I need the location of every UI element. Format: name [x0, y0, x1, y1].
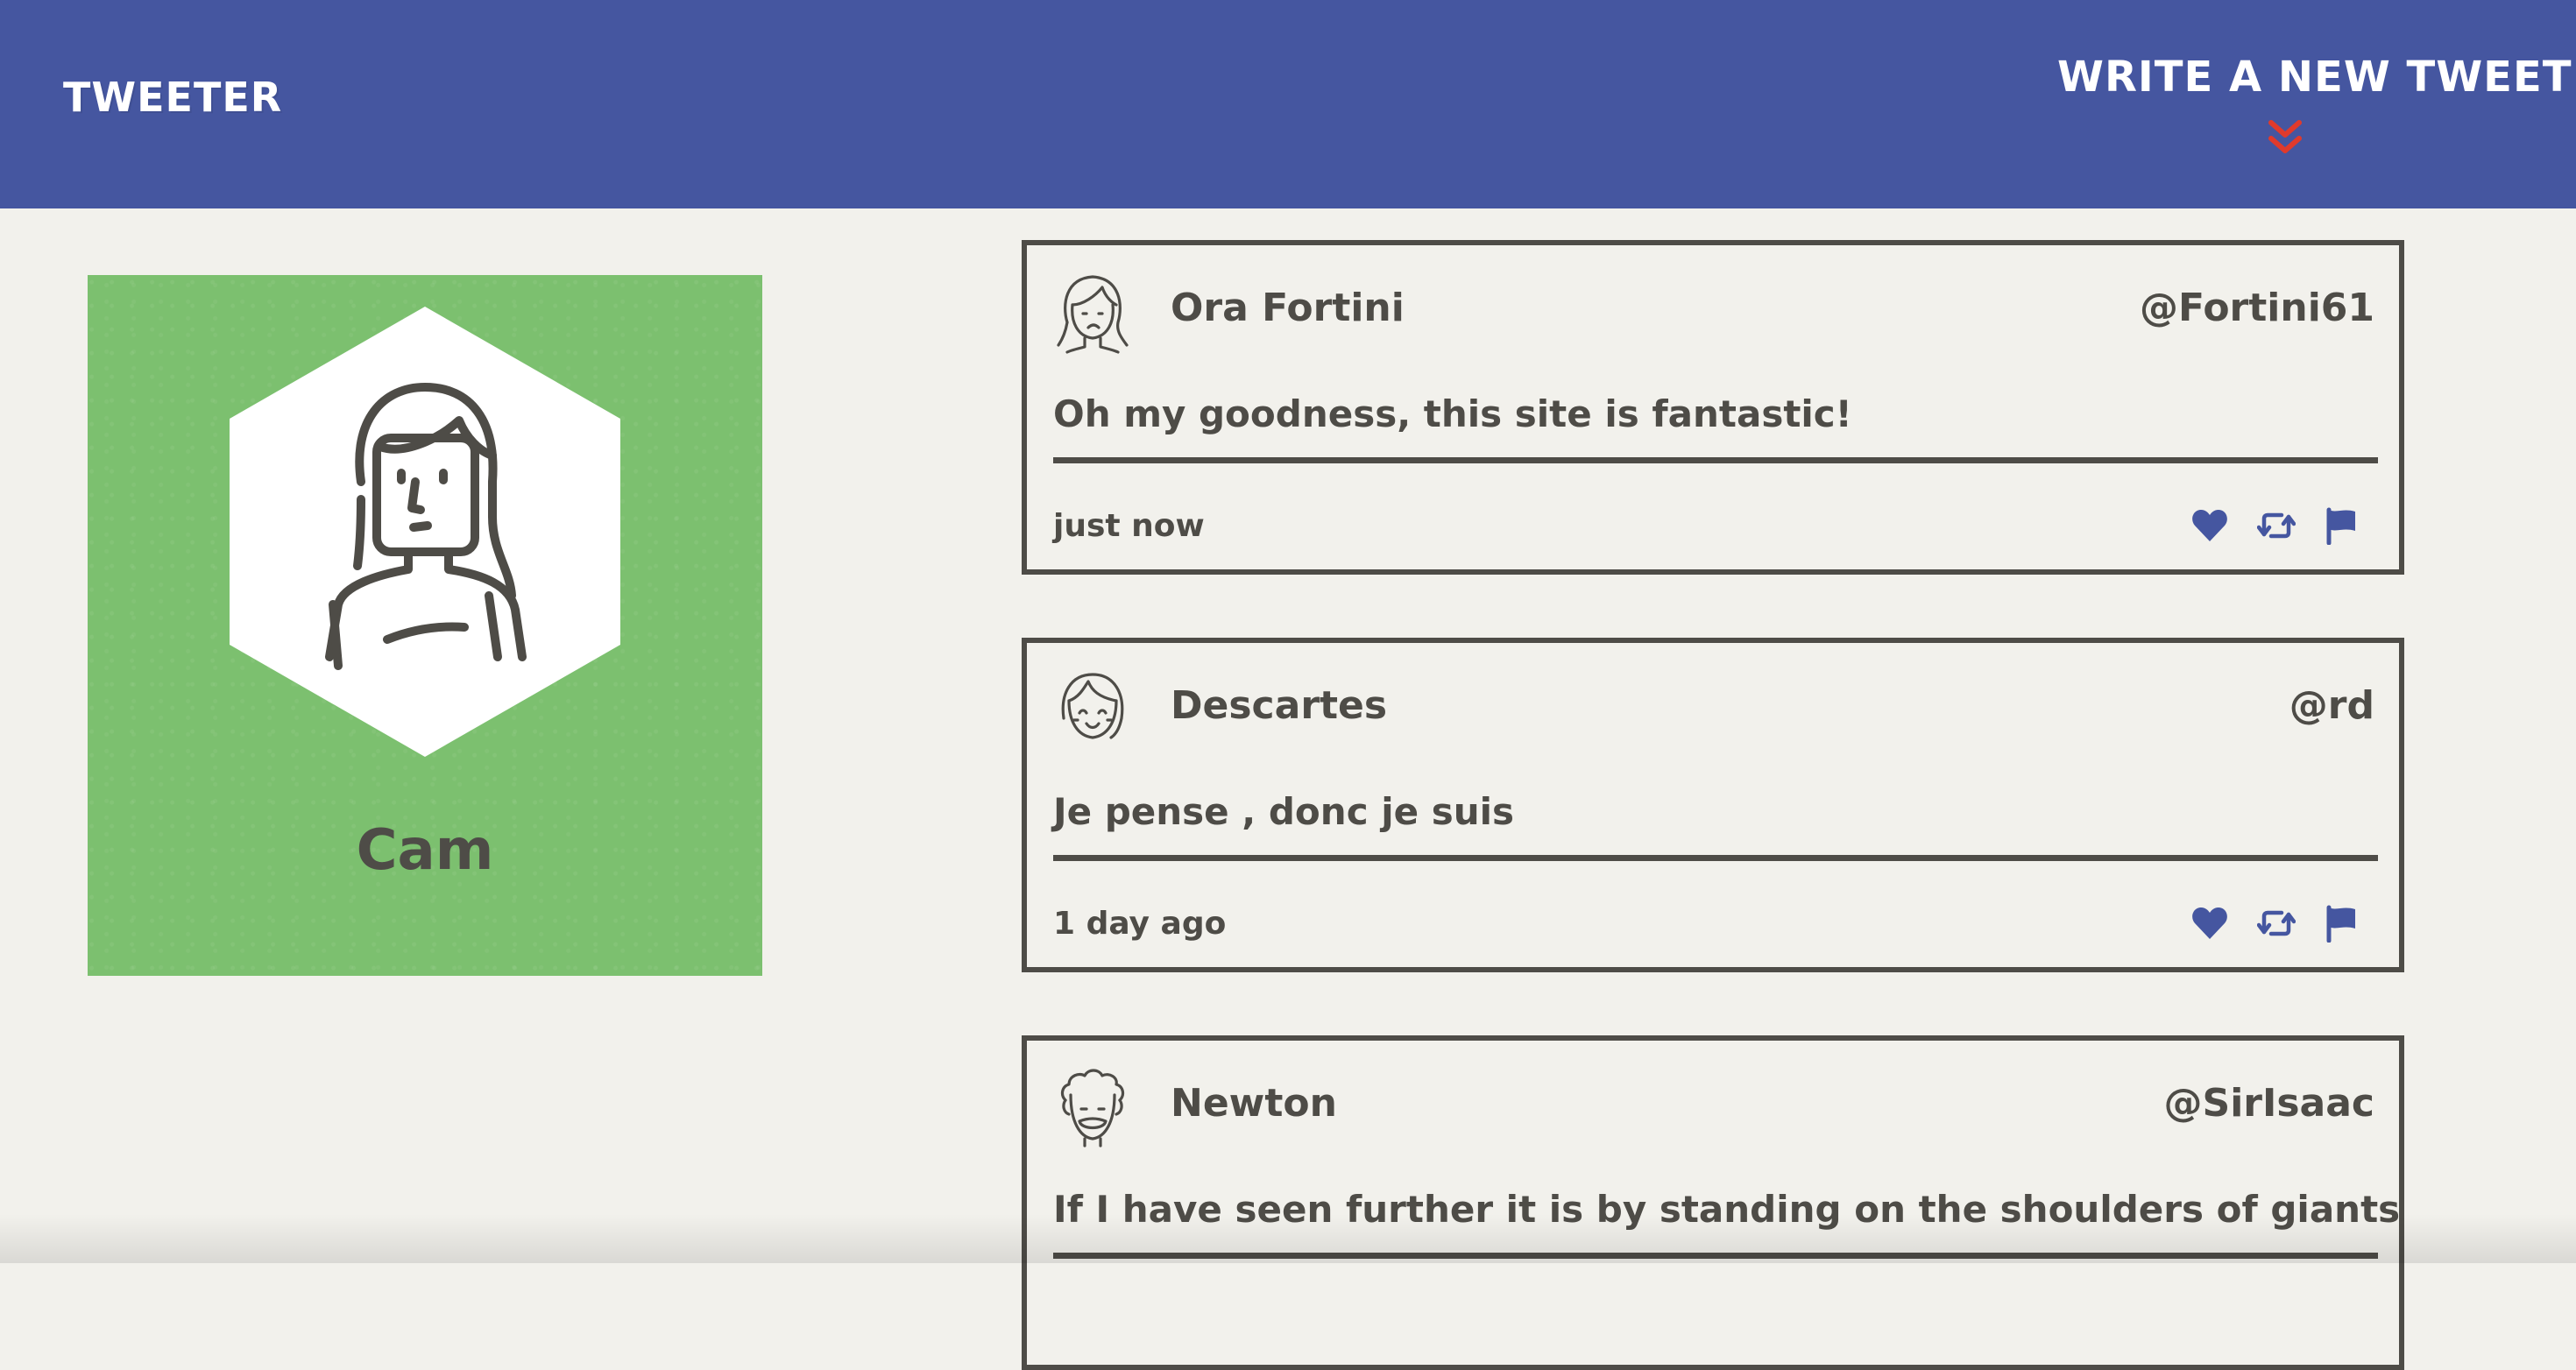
tweet-timestamp: just now [1053, 508, 1205, 544]
retweet-icon[interactable] [2257, 506, 2296, 545]
tweet-actions [2190, 506, 2373, 545]
double-chevron-down-icon[interactable] [2266, 119, 2304, 158]
flag-icon[interactable] [2322, 904, 2360, 943]
tweet-timestamp: 1 day ago [1053, 906, 1227, 942]
tweet-card: Ora Fortini @Fortini61 Oh my goodness, t… [1022, 240, 2404, 575]
profile-avatar-icon [230, 307, 620, 757]
tweet-author-handle: @SirIsaac [2163, 1081, 2375, 1126]
tweet-content: Oh my goodness, this site is fantastic! [1053, 392, 1852, 435]
tweet-content: Je pense , donc je suis [1053, 790, 1515, 833]
curly-hair-avatar-icon [1060, 1069, 1125, 1148]
tweet-actions [2190, 904, 2373, 943]
brand-logo[interactable]: TWEETER [63, 74, 282, 121]
profile-card: Cam [88, 275, 762, 976]
heart-icon[interactable] [2190, 904, 2229, 943]
write-new-tweet-label[interactable]: WRITE A NEW TWEET [2057, 53, 2572, 102]
heart-icon[interactable] [2190, 506, 2229, 545]
woman-avatar-icon [1057, 275, 1129, 354]
tweet-author-name: Ora Fortini [1171, 286, 1405, 330]
girl-bangs-avatar-icon [1061, 673, 1124, 739]
tweet-author-name: Descartes [1171, 683, 1388, 728]
write-new-tweet-button[interactable]: WRITE A NEW TWEET [2057, 53, 2572, 166]
retweet-icon[interactable] [2257, 904, 2296, 943]
tweet-feed: Ora Fortini @Fortini61 Oh my goodness, t… [1022, 240, 2404, 1370]
tweet-divider [1053, 457, 2378, 463]
tweet-card: Descartes @rd Je pense , donc je suis 1 … [1022, 638, 2404, 972]
top-navbar: TWEETER WRITE A NEW TWEET [0, 0, 2576, 208]
profile-name: Cam [356, 818, 494, 883]
flag-icon[interactable] [2322, 506, 2360, 545]
tweet-divider [1053, 855, 2378, 861]
tweet-author-handle: @rd [2289, 683, 2374, 728]
tweet-content: If I have seen further it is by standing… [1053, 1188, 2401, 1231]
tweet-author-name: Newton [1171, 1081, 1337, 1126]
tweet-author-handle: @Fortini61 [2140, 286, 2374, 330]
tweet-card: Newton @SirIsaac If I have seen further … [1022, 1035, 2404, 1370]
tweet-divider [1053, 1253, 2378, 1259]
